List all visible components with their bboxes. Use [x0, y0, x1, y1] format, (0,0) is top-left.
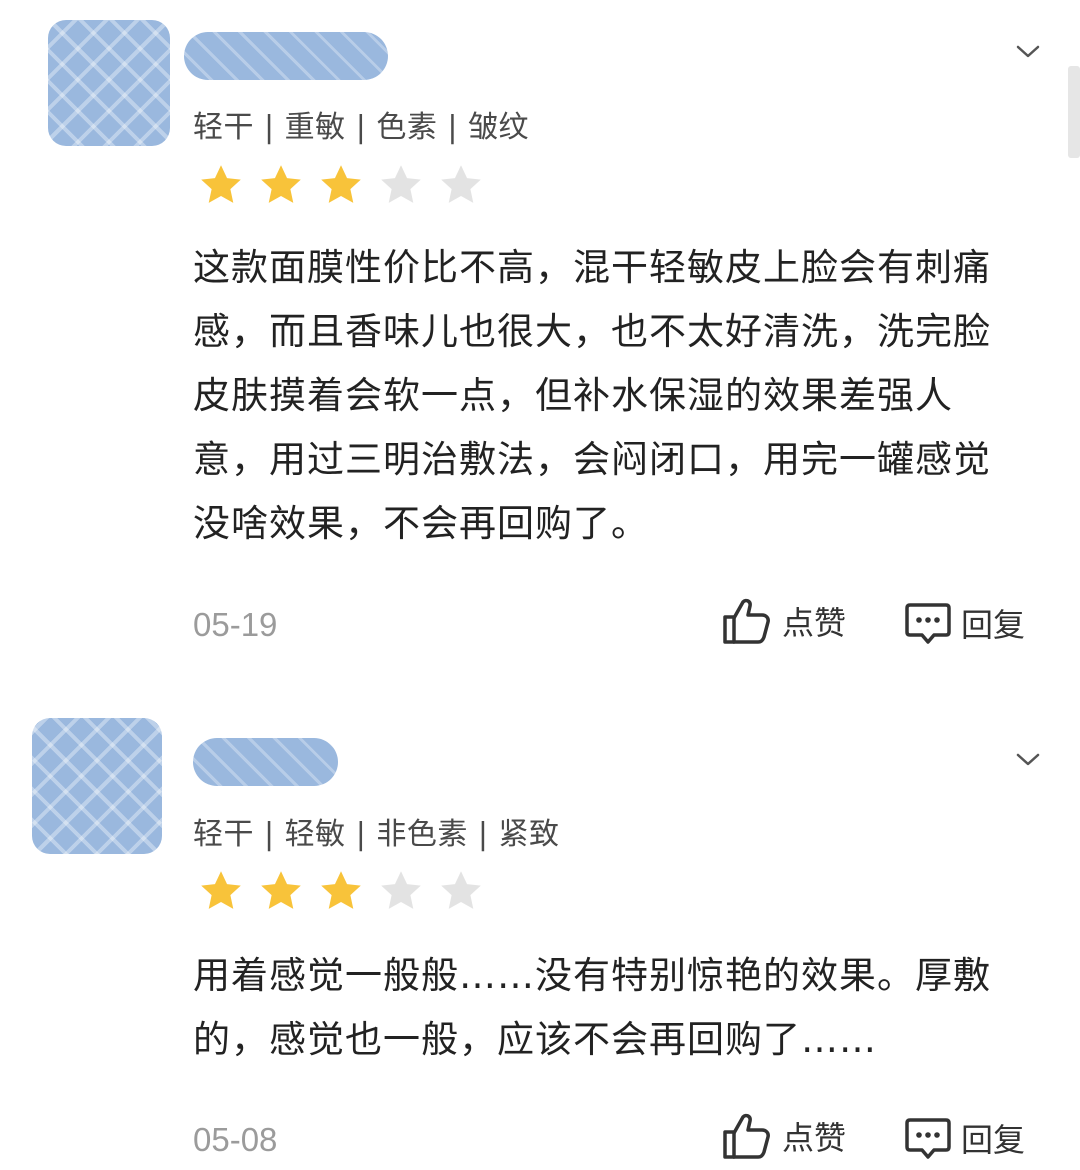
like-label: 点赞 [782, 604, 847, 642]
like-button[interactable]: 点赞 [722, 1112, 846, 1160]
username-redacted[interactable] [184, 32, 388, 80]
star-filled-icon [261, 871, 301, 909]
star-filled-icon [201, 871, 241, 909]
star-filled-icon [321, 871, 361, 909]
reply-button[interactable]: 回复 [905, 1115, 1025, 1161]
star-empty-icon [381, 165, 421, 203]
reply-label: 回复 [961, 606, 1026, 644]
star-filled-icon [201, 165, 241, 203]
like-button[interactable]: 点赞 [722, 597, 846, 645]
avatar[interactable] [32, 718, 162, 854]
review-date: 05-19 [193, 606, 278, 643]
comment-icon [905, 1118, 951, 1159]
reply-button[interactable]: 回复 [905, 600, 1025, 646]
star-filled-icon [261, 165, 301, 203]
scrollbar[interactable] [1068, 66, 1080, 158]
like-label: 点赞 [782, 1119, 847, 1157]
thumbs-up-icon [723, 1113, 770, 1159]
avatar[interactable] [48, 20, 170, 146]
chevron-down-icon[interactable] [1013, 750, 1043, 770]
star-rating [196, 866, 486, 916]
star-empty-icon [381, 871, 421, 909]
skin-tags: 轻干 | 轻敏 | 非色素 | 紧致 [193, 817, 560, 852]
review-text: 用着感觉一般般……没有特别惊艳的效果。厚敷的，感觉也一般，应该不会再回购了…… [193, 954, 991, 1061]
review-date: 05-08 [193, 1121, 278, 1158]
reply-label: 回复 [961, 1121, 1026, 1159]
comment-icon [905, 603, 951, 644]
star-filled-icon [321, 165, 361, 203]
star-rating [196, 160, 486, 210]
star-empty-icon [441, 871, 481, 909]
star-empty-icon [441, 165, 481, 203]
username-redacted[interactable] [193, 738, 338, 786]
thumbs-up-icon [723, 598, 770, 644]
review-text: 这款面膜性价比不高，混干轻敏皮上脸会有刺痛感，而且香味儿也很大，也不太好清洗，洗… [193, 246, 991, 545]
skin-tags: 轻干 | 重敏 | 色素 | 皱纹 [193, 110, 530, 145]
chevron-down-icon[interactable] [1013, 42, 1043, 62]
